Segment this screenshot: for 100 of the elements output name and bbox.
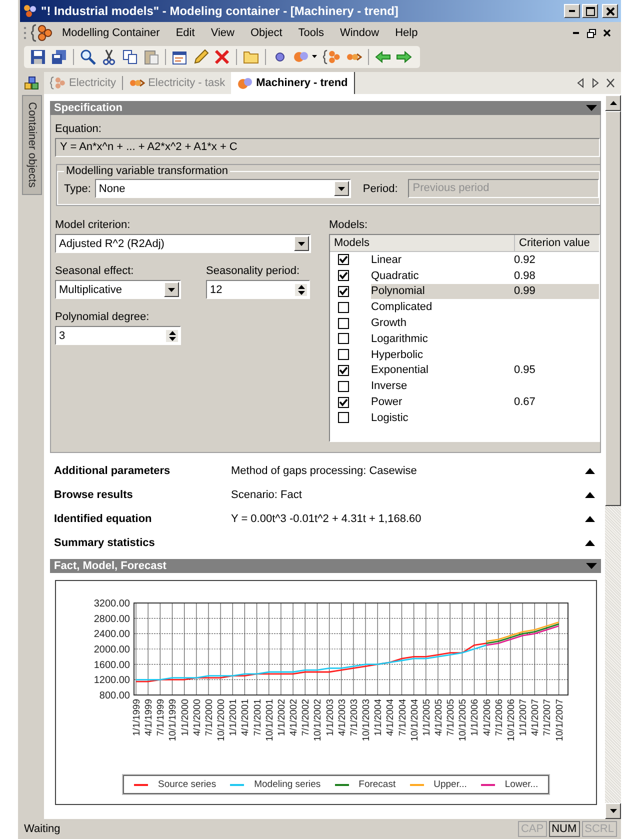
menu-item[interactable]: Window [332,25,386,41]
menu-item[interactable]: Tools [291,25,331,41]
x-tick-label: 10/1/2002 [312,699,324,742]
x-tick-label: 4/1/2001 [240,699,252,736]
cut-icon[interactable] [101,49,117,65]
equation-field[interactable]: Y = An*x^n + ... + A2*x^2 + A1*x + C [55,138,600,157]
side-tab[interactable]: Container objects [22,95,42,195]
caret-icon[interactable] [311,55,318,59]
panel-title: Specification [54,102,122,114]
panel-header[interactable]: Specification [50,101,601,115]
x-tick-label: 10/1/2004 [409,699,420,742]
checkbox[interactable] [338,349,349,360]
column-header[interactable]: Criterion value [515,235,590,251]
criterion-value: 0.95 [514,364,536,376]
checkbox[interactable] [338,364,349,376]
checkbox[interactable] [338,302,349,313]
checkbox[interactable] [338,270,349,282]
x-tick-label: 1/1/2006 [470,699,481,736]
scroll-right-icon[interactable] [591,78,600,88]
column-header[interactable]: Models [330,235,515,251]
criterion-value: 0.99 [514,285,536,298]
close-icon[interactable] [603,29,611,37]
pencil-icon[interactable] [193,49,209,65]
checkbox[interactable] [338,396,349,408]
delete-icon[interactable] [214,49,230,65]
criterion-value: 0.98 [514,270,536,282]
menu-item[interactable]: Help [388,25,425,41]
expand-icon[interactable] [585,492,595,498]
panel-header[interactable]: Fact, Model, Forecast [50,559,601,573]
checkbox[interactable] [338,318,349,329]
menu-item[interactable]: Modelling Container [55,25,167,41]
menu-item[interactable]: Object [243,25,290,41]
collapse-icon[interactable] [586,563,597,569]
properties-icon[interactable] [172,49,188,65]
list-row[interactable]: Exponential 0.95 [371,362,599,378]
list-row[interactable]: Linear 0.92 [371,252,599,268]
x-tick-label: 7/1/2005 [446,699,457,736]
legend-label: Lower... [504,779,538,790]
seasonal-dropdown[interactable]: Multiplicative [55,280,181,299]
section-title: Browse results [54,489,134,501]
paste-icon[interactable] [143,49,159,65]
list-row[interactable]: Complicated [371,299,599,316]
minimize-button[interactable] [564,4,580,18]
search-icon[interactable] [80,49,96,65]
close-button[interactable] [602,4,618,18]
scroll-up-button[interactable] [605,95,621,111]
braces-icon[interactable] [323,49,341,65]
caret-down-icon [298,242,305,246]
list-row[interactable]: Quadratic 0.98 [371,268,599,284]
expand-icon[interactable] [585,468,595,474]
folder-icon[interactable] [243,49,259,65]
check-icon [339,398,348,407]
checkbox[interactable] [338,412,349,424]
document-tab[interactable]: Machinery - trend [231,72,355,94]
list-row[interactable]: Logistic [371,410,599,426]
list-row[interactable]: Power 0.67 [371,394,599,410]
scroll-down-button[interactable] [605,803,621,819]
y-tick-label: 800.00 [99,690,130,702]
save-icon[interactable] [30,49,46,65]
save-all-icon[interactable] [51,49,67,65]
x-tick-label: 7/1/2006 [494,699,505,736]
x-tick-label: 1/1/2004 [373,699,384,736]
list-row[interactable]: Growth [371,315,599,331]
minimize-icon[interactable] [573,32,580,34]
back-arrow-icon[interactable] [375,49,391,65]
x-tick-label: 10/1/2000 [216,699,228,742]
checkbox[interactable] [338,286,349,297]
braces-icon [31,24,53,42]
expand-icon[interactable] [585,516,595,522]
checkbox[interactable] [338,254,349,266]
menu-item[interactable]: View [204,25,242,41]
collapse-icon[interactable] [586,105,597,111]
menu-item[interactable]: Edit [168,25,202,41]
x-tick-label: 1/1/2005 [421,699,432,736]
x-tick-label: 10/1/2005 [458,699,469,742]
list-row[interactable]: Hyperbolic [371,346,599,363]
list-row[interactable]: Polynomial 0.99 [371,284,599,300]
seasonality-spinbox[interactable]: 12 [206,280,310,299]
maximize-button[interactable] [582,4,598,18]
restore-icon[interactable] [587,28,596,38]
scroll-left-icon[interactable] [576,78,585,88]
legend-label: Source series [158,779,216,790]
criterion-dropdown[interactable]: Adjusted R^2 (R2Adj) [55,234,311,253]
grip-icon [24,26,27,40]
x-tick-label: 7/1/2003 [348,699,360,736]
degree-spinbox[interactable]: 3 [55,326,181,345]
type-dropdown[interactable]: None [94,179,351,198]
forward-arrow-icon[interactable] [396,49,412,65]
model-name: Quadratic [371,270,420,282]
field-label: Models: [329,219,369,231]
list-row[interactable]: Logarithmic [371,330,599,347]
checkbox[interactable] [338,333,349,344]
group-title: Modelling variable transformation [65,165,230,177]
objects-icon[interactable] [24,75,40,91]
checkbox[interactable] [338,380,349,392]
close-icon[interactable] [606,78,615,88]
copy-icon[interactable] [122,49,138,65]
list-row[interactable]: Inverse [371,378,599,394]
scrollbar-thumb[interactable] [605,111,621,506]
expand-icon[interactable] [585,540,595,546]
